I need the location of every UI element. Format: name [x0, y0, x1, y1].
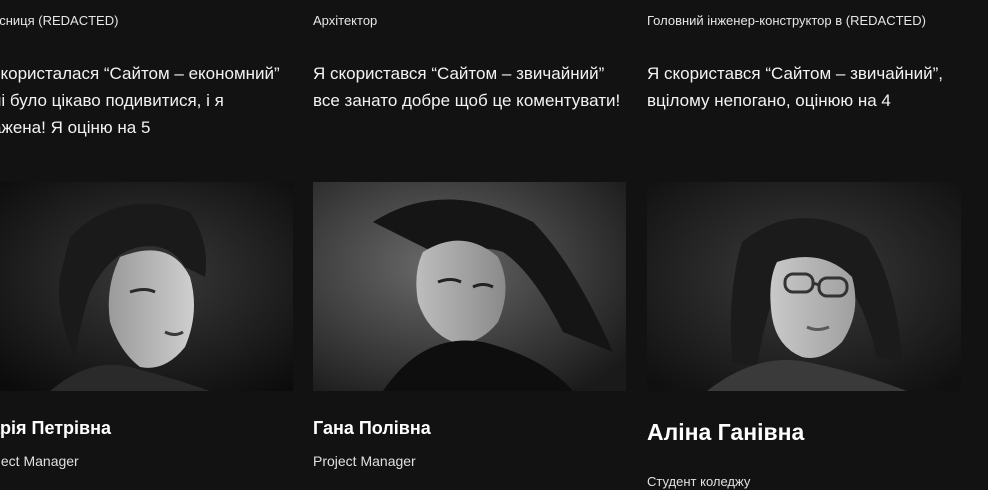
person-title: oject Manager: [0, 453, 79, 469]
person-title: Project Manager: [313, 453, 416, 469]
quote-line: вцілому непогано, оцінюю на 4: [647, 91, 891, 110]
person-title: Студент коледжу: [647, 474, 751, 489]
testimonial-quote: скористалася “Сайтом – економний” ні бул…: [0, 60, 280, 141]
portrait-photo: [0, 182, 293, 391]
testimonials-section: асниця (REDACTED) скористалася “Сайтом –…: [0, 0, 988, 490]
quote-line: ажена! Я оціню на 5: [0, 118, 151, 137]
portrait-photo: [313, 182, 626, 391]
portrait-photo: [647, 182, 961, 391]
testimonial-role: Головний інженер-конструктор в (REDACTED…: [647, 13, 926, 28]
quote-line: Я скористався “Сайтом – звичайний”: [313, 64, 605, 83]
testimonial-role: асниця (REDACTED): [0, 13, 119, 28]
testimonial-quote: Я скористався “Сайтом – звичайний”, вціл…: [647, 60, 943, 114]
testimonial-role: Архітектор: [313, 13, 378, 28]
quote-line: скористалася “Сайтом – економний”: [0, 64, 280, 83]
quote-line: Я скористався “Сайтом – звичайний”,: [647, 64, 943, 83]
quote-line: ні було цікаво подивитися, і я: [0, 91, 224, 110]
quote-line: все занато добре щоб це коментувати!: [313, 91, 621, 110]
person-name: Гана Полівна: [313, 418, 431, 438]
person-name: Аліна Ганівна: [647, 419, 805, 445]
testimonial-quote: Я скористався “Сайтом – звичайний” все з…: [313, 60, 620, 114]
person-name: арія Петрівна: [0, 418, 111, 438]
